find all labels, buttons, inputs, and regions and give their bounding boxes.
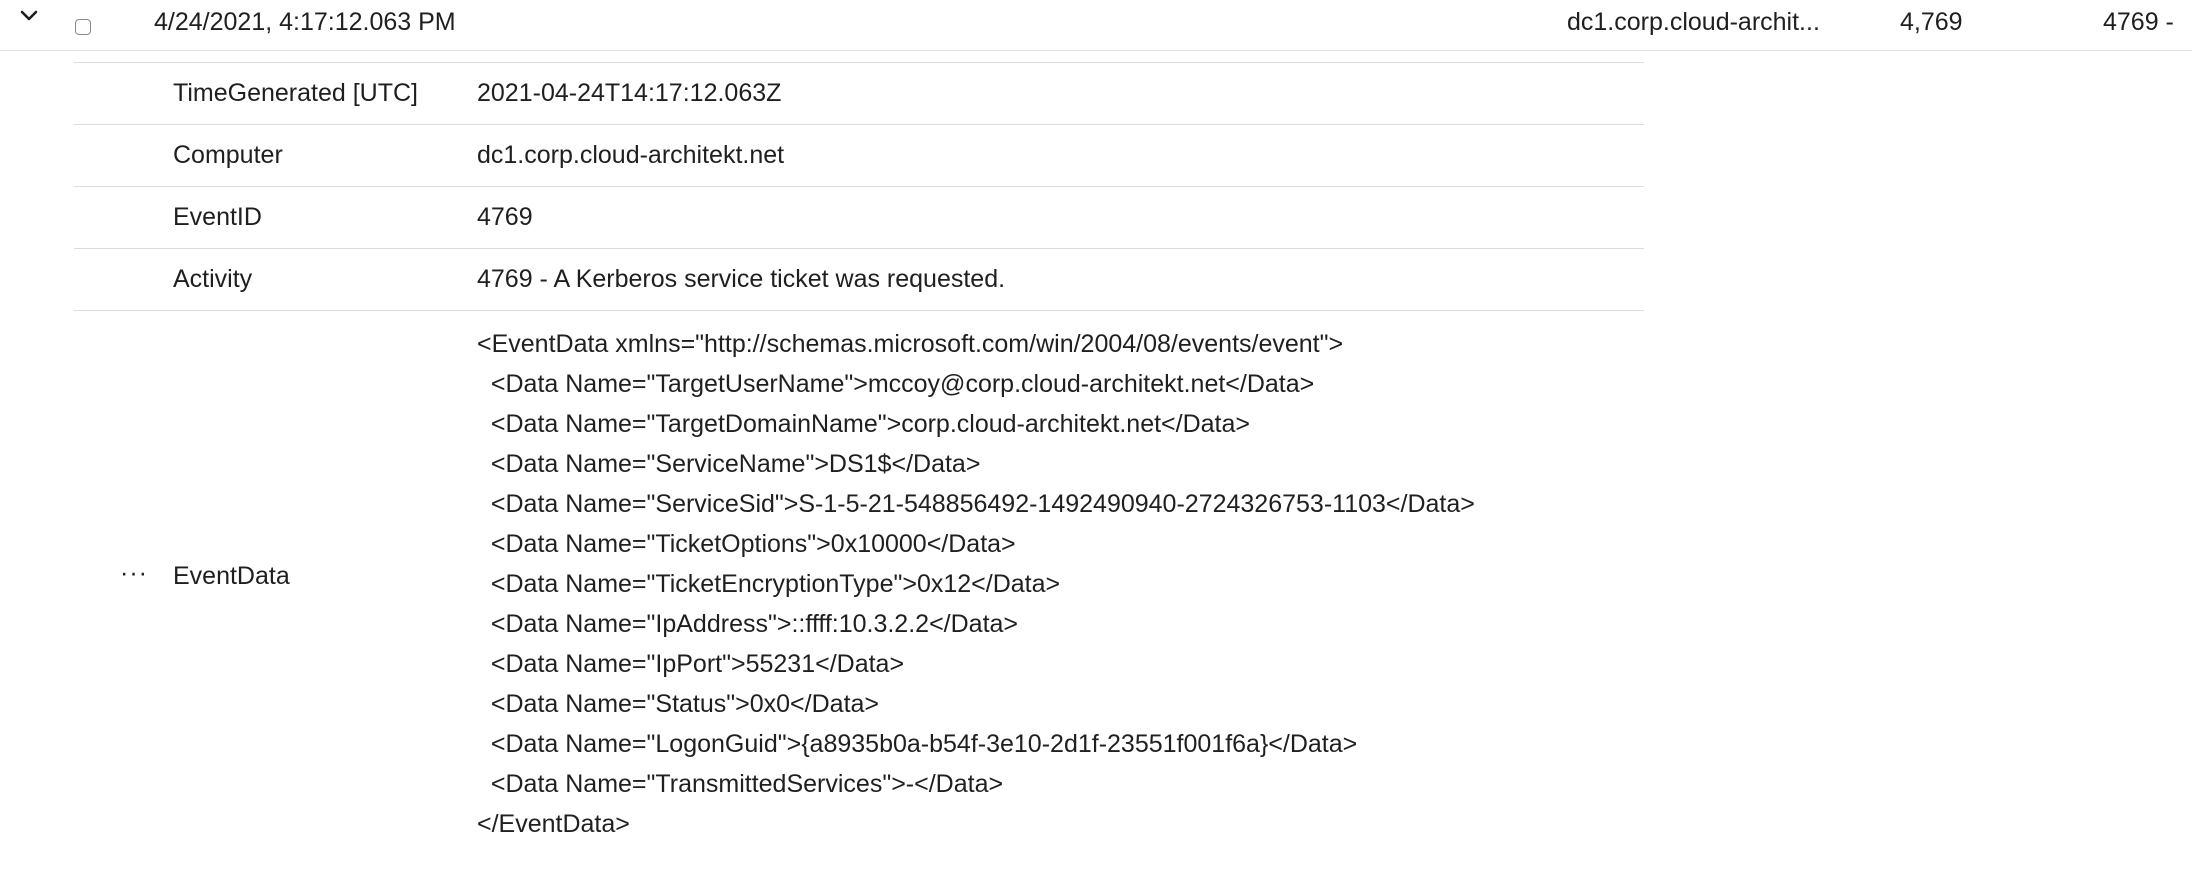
result-row[interactable]: 4/24/2021, 4:17:12.063 PM dc1.corp.cloud… [0,0,2192,51]
detail-value: dc1.corp.cloud-architekt.net [477,141,785,169]
xml-line: </EventData> [477,810,630,838]
detail-row-activity: Activity 4769 - A Kerberos service ticke… [74,249,1644,311]
more-options-icon[interactable]: ··· [120,559,148,588]
xml-line: <Data Name="ServiceSid">S-1-5-21-5488564… [477,490,1475,518]
detail-key: Computer [173,141,283,169]
detail-value: 4769 - A Kerberos service ticket was req… [477,265,1006,293]
detail-value: 4769 [477,203,533,231]
detail-value: 2021-04-24T14:17:12.063Z [477,79,782,107]
chevron-down-icon[interactable] [16,2,42,28]
xml-line: <Data Name="Status">0x0</Data> [477,690,880,718]
event-data-xml: <EventData xmlns="http://schemas.microso… [477,324,1475,844]
row-timestamp: 4/24/2021, 4:17:12.063 PM [154,8,456,36]
detail-row-computer: Computer dc1.corp.cloud-architekt.net [74,125,1644,187]
xml-line: <Data Name="LogonGuid">{a8935b0a-b54f-3e… [477,730,1358,758]
xml-line: <Data Name="TransmittedServices">-</Data… [477,770,1004,798]
detail-key: TimeGenerated [UTC] [173,79,418,107]
detail-key: EventID [173,203,262,231]
row-details-panel: TimeGenerated [UTC] 2021-04-24T14:17:12.… [74,62,1644,871]
xml-line: <Data Name="IpPort">55231</Data> [477,650,905,678]
row-computer: dc1.corp.cloud-archit... [1567,8,1820,36]
xml-line: <Data Name="IpAddress">::ffff:10.3.2.2</… [477,610,1019,638]
detail-row-event-id: EventID 4769 [74,187,1644,249]
row-activity: 4769 - [2103,8,2174,36]
xml-line: <Data Name="TargetUserName">mccoy@corp.c… [477,370,1315,398]
detail-row-time-generated: TimeGenerated [UTC] 2021-04-24T14:17:12.… [74,63,1644,125]
xml-line: <Data Name="ServiceName">DS1$</Data> [477,450,981,478]
xml-line: <Data Name="TicketOptions">0x10000</Data… [477,530,1016,558]
detail-row-event-data: ··· EventData <EventData xmlns="http://s… [74,311,1644,871]
detail-key: Activity [173,265,253,293]
detail-key: EventData [173,562,290,590]
row-select-checkbox[interactable] [75,19,91,35]
xml-line: <Data Name="TargetDomainName">corp.cloud… [477,410,1250,438]
xml-line: <Data Name="TicketEncryptionType">0x12</… [477,570,1061,598]
row-event-id: 4,769 [1900,8,1963,36]
xml-line: <EventData xmlns="http://schemas.microso… [477,330,1344,358]
